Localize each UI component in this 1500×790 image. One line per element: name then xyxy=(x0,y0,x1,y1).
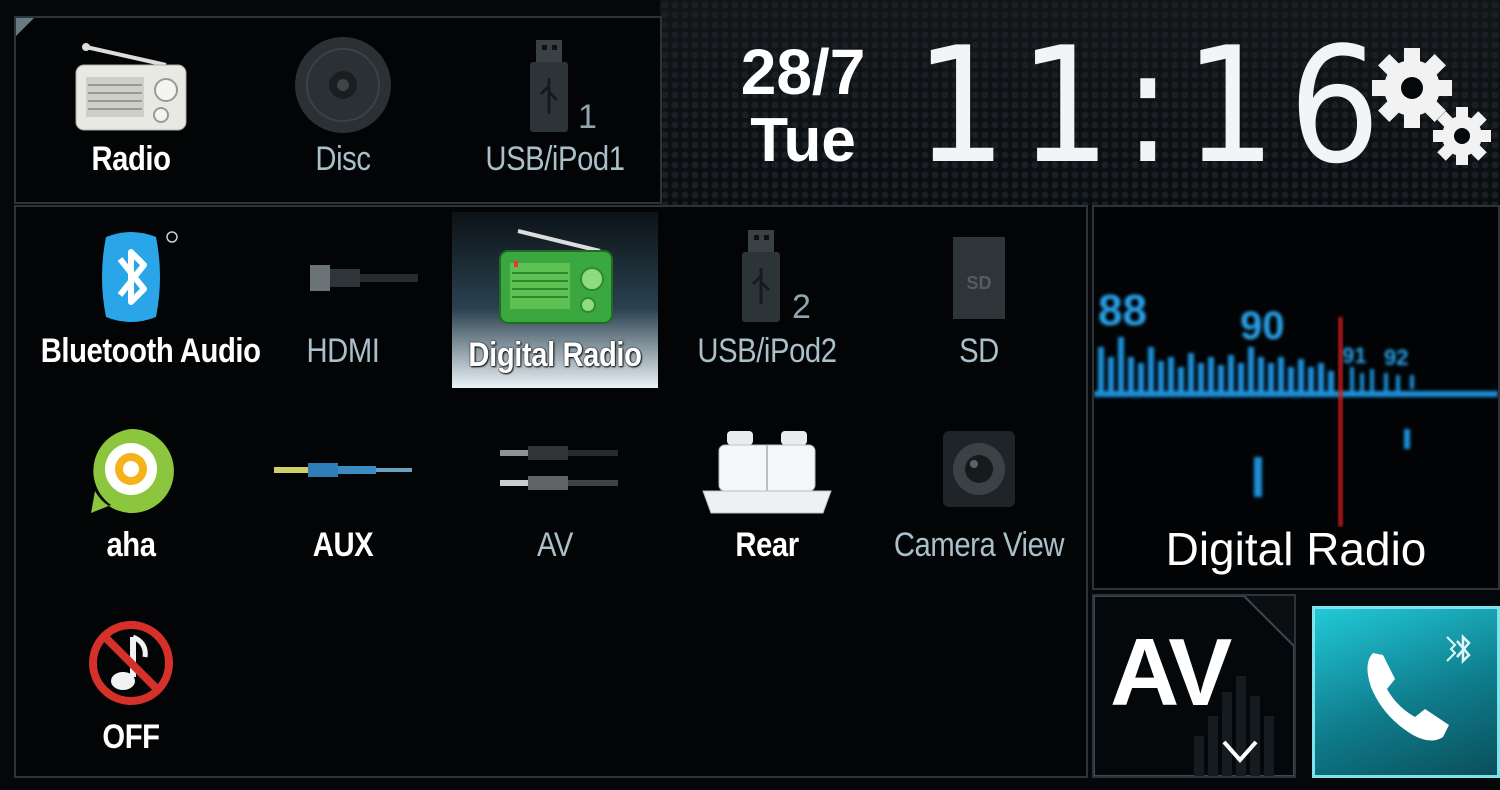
date: 28/7 xyxy=(740,36,866,108)
source-label: Rear xyxy=(735,526,799,564)
source-label: HDMI xyxy=(306,332,380,370)
sd-card-icon: SD xyxy=(874,222,1084,332)
usb-icon xyxy=(450,30,660,140)
source-av[interactable]: AV xyxy=(450,416,660,565)
usb-badge: 2 xyxy=(792,288,811,326)
source-label: OFF xyxy=(102,718,160,756)
scale-label: 88 xyxy=(1098,286,1147,335)
source-sd[interactable]: SD SD xyxy=(874,222,1084,371)
source-rear[interactable]: Rear xyxy=(662,416,872,565)
source-label: USB/iPod2 xyxy=(697,332,837,370)
clock: 11:16 xyxy=(915,12,1393,199)
source-label: SD xyxy=(959,332,999,370)
radio-icon xyxy=(26,30,236,140)
source-aux[interactable]: AUX xyxy=(238,416,448,565)
svg-text:SD: SD xyxy=(966,273,991,293)
source-label: Disc xyxy=(315,140,371,178)
av-button-label: AV xyxy=(1110,619,1232,726)
chevron-down-icon xyxy=(1222,740,1258,764)
rear-seats-icon xyxy=(662,416,872,526)
digital-radio-icon xyxy=(452,212,658,332)
source-label: Digital Radio xyxy=(468,336,642,374)
source-label: Radio xyxy=(91,140,171,178)
scale-label: 90 xyxy=(1240,304,1285,348)
scale-label: 92 xyxy=(1384,345,1408,370)
source-usb-ipod2[interactable]: 2 USB/iPod2 xyxy=(662,222,872,371)
source-label: AV xyxy=(537,526,573,564)
disc-icon xyxy=(238,30,448,140)
source-disc[interactable]: Disc xyxy=(238,30,448,179)
tuner-dial-graphic: 88 90 91 92 xyxy=(1094,286,1498,527)
av-button[interactable]: AV xyxy=(1092,594,1296,778)
bluetooth-icon xyxy=(26,222,236,332)
weekday: Tue xyxy=(750,106,856,175)
source-digital-radio[interactable]: Digital Radio xyxy=(452,212,658,388)
source-radio[interactable]: Radio xyxy=(26,30,236,179)
now-playing-tile[interactable]: 88 90 91 92 Digital Radio xyxy=(1092,205,1500,590)
audio-off-icon xyxy=(26,608,236,718)
source-label: AUX xyxy=(312,526,374,564)
source-label: Bluetooth Audio xyxy=(40,332,261,370)
hdmi-icon xyxy=(238,222,448,332)
source-camera-view[interactable]: Camera View xyxy=(874,416,1084,565)
source-hdmi[interactable]: HDMI xyxy=(238,222,448,371)
bluetooth-icon xyxy=(1456,633,1471,665)
av-cable-icon xyxy=(450,416,660,526)
phone-button[interactable] xyxy=(1312,606,1500,778)
source-label: Camera View xyxy=(893,526,1065,564)
source-bluetooth-audio[interactable]: Bluetooth Audio xyxy=(26,222,261,371)
source-usb-ipod1[interactable]: 1 USB/iPod1 xyxy=(450,30,660,179)
aha-icon xyxy=(26,416,236,526)
source-off[interactable]: OFF xyxy=(26,608,236,757)
settings-button[interactable] xyxy=(1368,44,1498,174)
gear-icon xyxy=(1372,48,1491,165)
scale-label: 91 xyxy=(1342,343,1366,368)
source-aha[interactable]: aha xyxy=(26,416,236,565)
source-label: USB/iPod1 xyxy=(485,140,625,178)
usb-badge: 1 xyxy=(578,98,597,136)
source-label: aha xyxy=(106,526,156,564)
date-display: 28/7 Tue xyxy=(718,40,888,172)
camera-icon xyxy=(874,416,1084,526)
usb-icon xyxy=(662,222,872,332)
now-playing-title: Digital Radio xyxy=(1165,523,1427,575)
aux-cable-icon xyxy=(238,416,448,526)
